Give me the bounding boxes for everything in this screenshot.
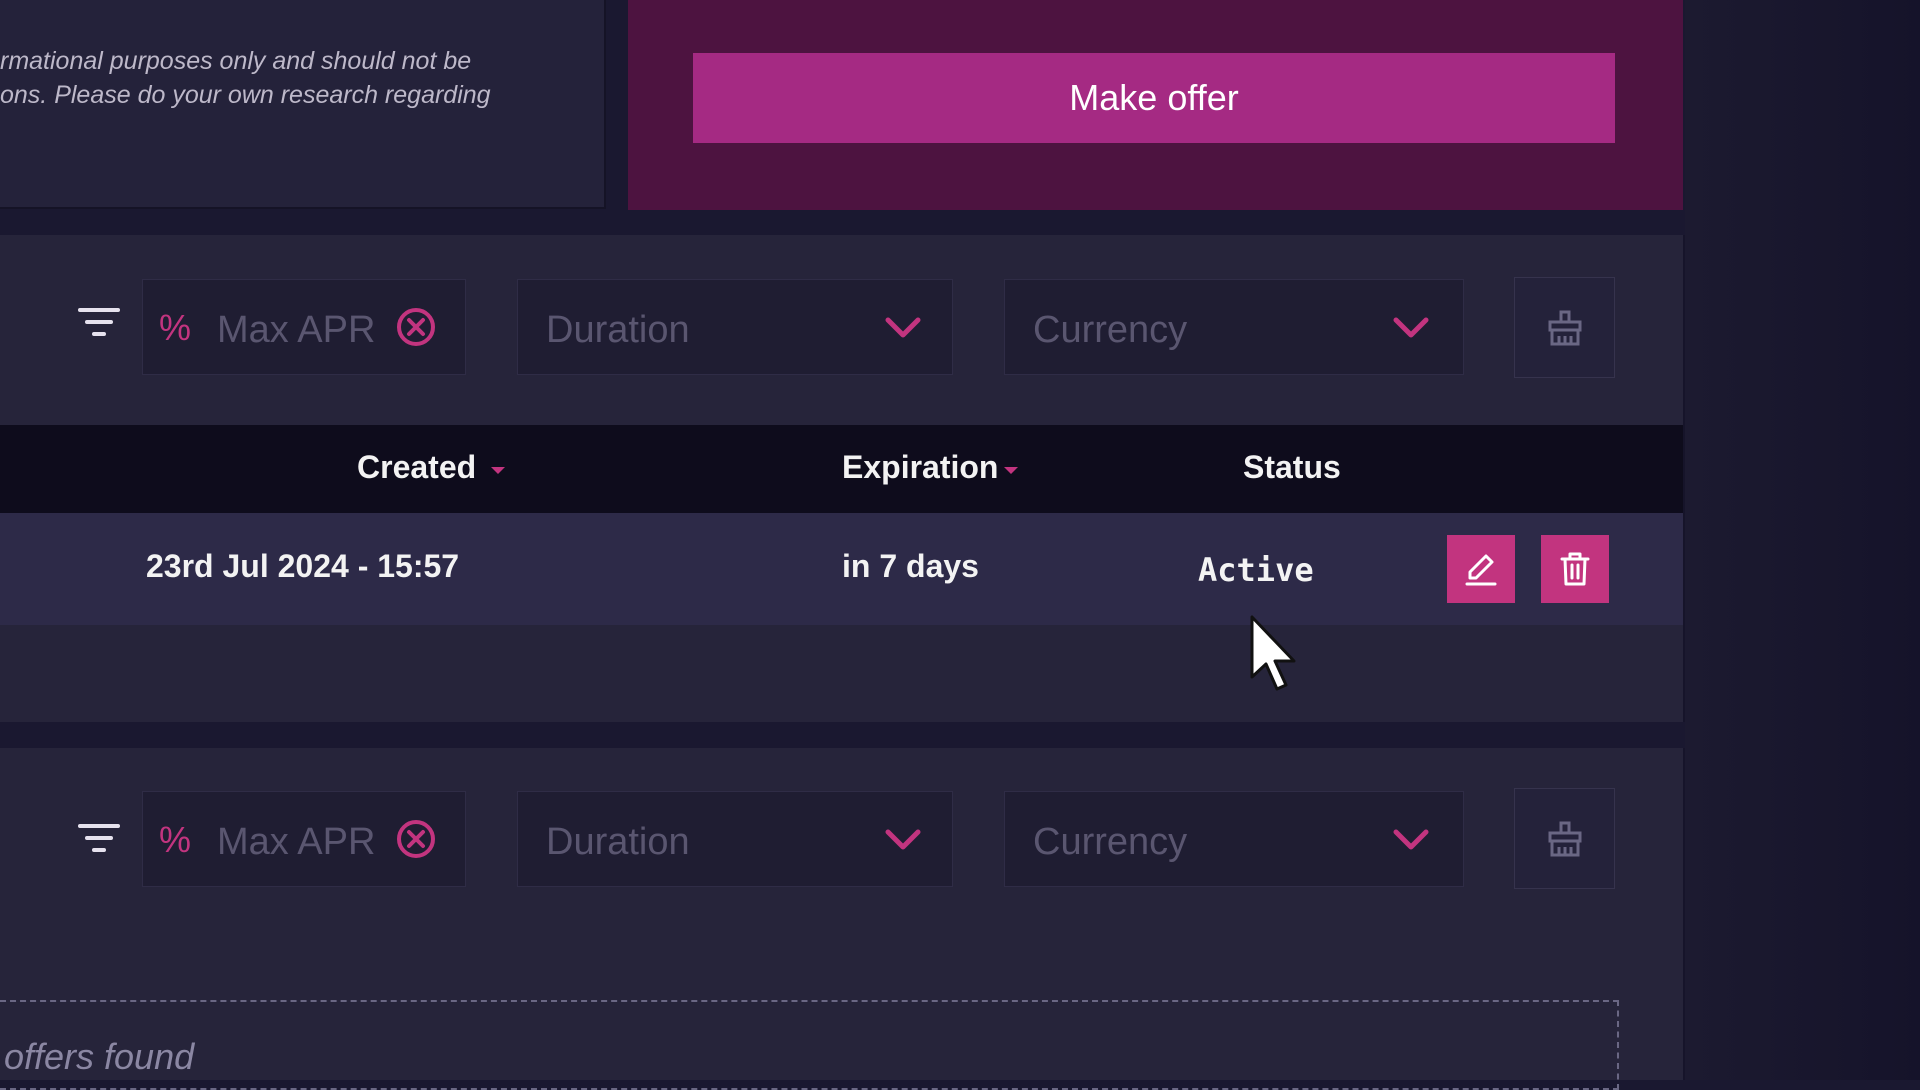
max-apr-placeholder: Max APR (217, 821, 376, 863)
column-expiration[interactable]: Expiration (842, 449, 998, 486)
clear-filters-button[interactable] (1514, 788, 1615, 889)
filter-icon[interactable] (78, 824, 120, 858)
duration-select[interactable]: Duration (517, 279, 953, 375)
chevron-down-icon (1393, 829, 1429, 850)
currency-select[interactable]: Currency (1004, 791, 1464, 887)
pencil-icon (1465, 554, 1497, 586)
duration-placeholder: Duration (546, 309, 690, 351)
table-row: 23rd Jul 2024 - 15:57 in 7 days Active (0, 513, 1683, 625)
chevron-down-icon (885, 317, 921, 338)
column-status: Status (1243, 449, 1341, 485)
page-background (1685, 0, 1920, 1080)
clear-icon[interactable] (395, 306, 437, 348)
expiration-cell: in 7 days (842, 548, 979, 584)
currency-placeholder: Currency (1033, 309, 1188, 351)
column-created[interactable]: Created (357, 449, 476, 486)
duration-select[interactable]: Duration (517, 791, 953, 887)
percent-icon: % (159, 307, 192, 348)
status-cell: Active (1198, 551, 1314, 589)
mouse-cursor-icon (1250, 615, 1296, 691)
empty-state-box (0, 1000, 1619, 1090)
sort-caret-icon[interactable] (1004, 467, 1018, 474)
clear-filters-button[interactable] (1514, 277, 1615, 378)
max-apr-input[interactable]: % Max APR (142, 791, 466, 887)
currency-select[interactable]: Currency (1004, 279, 1464, 375)
sort-caret-icon[interactable] (491, 467, 505, 474)
duration-placeholder: Duration (546, 821, 690, 863)
empty-state-text: offers found (4, 1036, 195, 1077)
make-offer-button[interactable]: Make offer (693, 53, 1615, 143)
disclaimer-line-1: rmational purposes only and should not b… (0, 47, 472, 75)
percent-icon: % (159, 819, 192, 860)
table-header: Created Expiration Status (0, 425, 1683, 513)
chevron-down-icon (1393, 317, 1429, 338)
disclaimer-panel: rmational purposes only and should not b… (0, 0, 606, 209)
disclaimer-text: rmational purposes only and should not b… (0, 44, 560, 112)
max-apr-input[interactable]: % Max APR (142, 279, 466, 375)
filter-icon[interactable] (78, 308, 120, 342)
broom-icon (1548, 310, 1582, 346)
trash-icon (1560, 552, 1590, 586)
delete-button[interactable] (1541, 535, 1609, 603)
edit-button[interactable] (1447, 535, 1515, 603)
created-cell: 23rd Jul 2024 - 15:57 (146, 548, 460, 584)
disclaimer-line-2: ons. Please do your own research regardi… (0, 81, 491, 109)
chevron-down-icon (885, 829, 921, 850)
currency-placeholder: Currency (1033, 821, 1188, 863)
offers-section: % Max APR Duration Currency Created Expi… (0, 235, 1685, 722)
clear-icon[interactable] (395, 818, 437, 860)
broom-icon (1548, 821, 1582, 857)
max-apr-placeholder: Max APR (217, 309, 376, 351)
